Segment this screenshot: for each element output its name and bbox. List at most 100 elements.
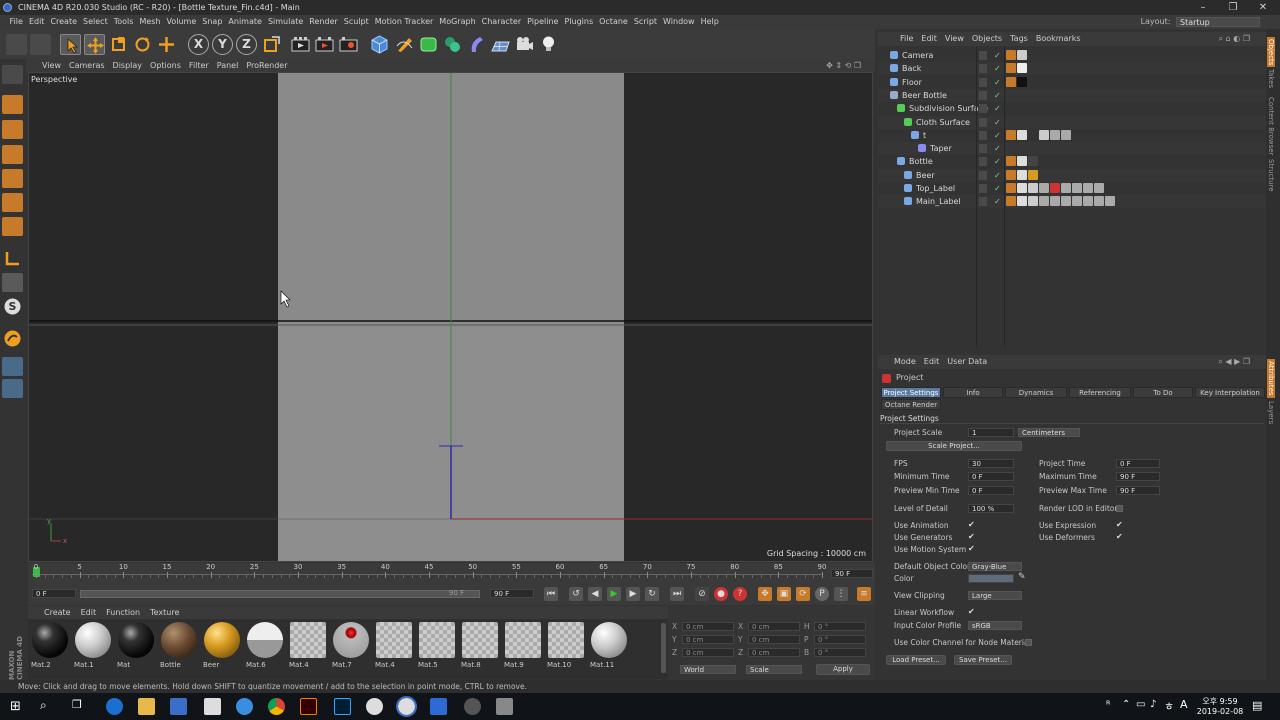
object-name[interactable]: Beer Bottle: [902, 89, 947, 102]
viewport-menu-display[interactable]: Display: [113, 59, 143, 72]
object-menu-tags[interactable]: Tags: [1010, 32, 1028, 46]
material-swatch[interactable]: Mat: [116, 622, 156, 674]
render-to-picture-viewer-icon[interactable]: [314, 34, 335, 55]
ime-mode-label[interactable]: A: [1180, 698, 1188, 711]
object-layer-flag[interactable]: [979, 77, 987, 87]
menu-tools[interactable]: Tools: [111, 15, 137, 29]
end-frame-field[interactable]: 90 F: [490, 589, 534, 598]
y-axis-lock-button[interactable]: Y: [212, 34, 233, 55]
goto-previous-key-icon[interactable]: ↺: [569, 587, 583, 601]
menu-render[interactable]: Render: [306, 15, 340, 29]
autokey-icon[interactable]: ?: [733, 587, 747, 601]
workplane-mode-icon[interactable]: [2, 145, 23, 164]
object-layer-flag[interactable]: [979, 197, 987, 207]
unit-dropdown[interactable]: Centimeters: [1018, 428, 1080, 437]
menu-simulate[interactable]: Simulate: [265, 15, 306, 29]
coord-value-field[interactable]: 0 °: [814, 648, 866, 657]
goto-next-key-icon[interactable]: ↻: [645, 587, 659, 601]
menu-character[interactable]: Character: [479, 15, 525, 29]
goto-end-icon[interactable]: ⏭: [670, 587, 684, 601]
layout-dropdown[interactable]: Startup: [1176, 16, 1260, 27]
attr-menu-user-data[interactable]: User Data: [947, 355, 987, 369]
attr-menu-edit[interactable]: Edit: [924, 355, 940, 369]
menu-plugins[interactable]: Plugins: [561, 15, 596, 29]
object-enabled-check-icon[interactable]: ✓: [994, 49, 1001, 62]
timeline-ruler[interactable]: 0 5 10 15 20 25 30 35 40 45 50 55 60 65 70 75 80 85 90 90 …: [28, 563, 875, 585]
attr-menu-mode[interactable]: Mode: [894, 355, 916, 369]
tweak-mode-icon[interactable]: [2, 273, 23, 292]
object-tag-icon[interactable]: [1105, 196, 1115, 207]
scale-tool-icon[interactable]: [108, 34, 129, 55]
object-tag-icon[interactable]: [1006, 183, 1016, 193]
viewport-menu-cameras[interactable]: Cameras: [69, 59, 105, 72]
object-tag-icon[interactable]: [1017, 156, 1027, 167]
file-explorer-icon[interactable]: [138, 698, 155, 715]
coordinate-system-icon[interactable]: [261, 34, 282, 55]
redo-icon[interactable]: [30, 34, 51, 55]
use-animation-checkbox[interactable]: ✔: [968, 520, 975, 529]
object-tag-icon[interactable]: [1061, 196, 1071, 207]
cube-primitive-icon[interactable]: [369, 34, 390, 55]
axis-mode-icon[interactable]: [2, 249, 23, 268]
viewport-menu-panel[interactable]: Panel: [217, 59, 239, 72]
internet-explorer-icon[interactable]: [236, 698, 253, 715]
max-time-field[interactable]: 90 F: [1116, 472, 1160, 481]
object-menu-view[interactable]: View: [945, 32, 964, 46]
play-icon[interactable]: ▶: [607, 587, 621, 601]
object-layer-flag[interactable]: [979, 104, 987, 114]
object-menu-edit[interactable]: Edit: [921, 32, 937, 46]
object-row[interactable]: Beer ✓: [878, 168, 1266, 182]
object-name[interactable]: Camera: [902, 49, 933, 62]
subdivision-surface-icon[interactable]: [418, 34, 439, 55]
object-row[interactable]: Beer Bottle ✓: [878, 88, 1266, 102]
coord-value-field[interactable]: 0 cm: [682, 622, 734, 631]
object-tag-icon[interactable]: [1006, 63, 1016, 74]
windows-start-icon[interactable]: ⊞: [10, 699, 21, 714]
apply-button[interactable]: Apply: [816, 664, 870, 675]
locked-workplane-icon[interactable]: [2, 379, 23, 398]
preview-min-field[interactable]: 0 F: [968, 486, 1014, 495]
object-tag-icon[interactable]: [1072, 183, 1082, 193]
object-tag-icon[interactable]: [1006, 129, 1016, 140]
object-tag-icon[interactable]: [1028, 183, 1038, 193]
object-layer-flag[interactable]: [979, 117, 987, 127]
coord-space-dropdown[interactable]: World: [680, 665, 736, 674]
app-circle-icon[interactable]: [464, 698, 481, 715]
object-layer-flag[interactable]: [979, 170, 987, 180]
object-row[interactable]: Taper ✓: [878, 142, 1266, 156]
input-color-profile-dropdown[interactable]: sRGB: [968, 621, 1022, 630]
record-key-icon[interactable]: ●: [714, 587, 728, 601]
menu-sculpt[interactable]: Sculpt: [341, 15, 372, 29]
menu-pipeline[interactable]: Pipeline: [524, 15, 561, 29]
points-mode-icon[interactable]: [2, 169, 23, 188]
sculpt-brush-icon[interactable]: [2, 329, 23, 348]
search-icon[interactable]: ⌕: [40, 698, 47, 713]
viewport-nav-icons[interactable]: ✥ ⇕ ⟲ ❐: [826, 59, 861, 72]
network-icon[interactable]: ▭: [1136, 699, 1145, 710]
material-menu-function[interactable]: Function: [106, 606, 140, 619]
load-preset-button[interactable]: Load Preset...: [886, 655, 946, 665]
object-tag-icon[interactable]: [1017, 196, 1027, 207]
make-editable-icon[interactable]: [2, 65, 23, 84]
store-icon[interactable]: [170, 698, 187, 715]
material-swatch[interactable]: Mat.5: [417, 622, 457, 674]
save-preset-button[interactable]: Save Preset...: [954, 655, 1012, 665]
object-row[interactable]: Top_Label ✓: [878, 182, 1266, 195]
viewport-menu-filter[interactable]: Filter: [189, 59, 209, 72]
timeline-menu-icon[interactable]: ≡: [857, 587, 871, 601]
material-swatch[interactable]: Mat.4: [374, 622, 414, 674]
object-menu-objects[interactable]: Objects: [972, 32, 1002, 46]
object-tag-icon[interactable]: [1083, 196, 1093, 207]
side-tab-content-browser[interactable]: Content Browser: [1267, 97, 1275, 155]
previous-frame-icon[interactable]: ◀: [588, 587, 602, 601]
menu-edit[interactable]: Edit: [26, 15, 48, 29]
object-enabled-check-icon[interactable]: ✓: [994, 116, 1001, 129]
object-name[interactable]: t: [923, 129, 926, 142]
tab-referencing[interactable]: Referencing: [1069, 387, 1131, 398]
object-row[interactable]: Floor ✓: [878, 76, 1266, 89]
pen-spline-icon[interactable]: [394, 34, 415, 55]
x-axis-lock-button[interactable]: X: [188, 34, 209, 55]
color-swatch[interactable]: [968, 574, 1014, 583]
side-tab-layers[interactable]: Layers: [1267, 401, 1275, 424]
texture-mode-icon[interactable]: [2, 120, 23, 139]
